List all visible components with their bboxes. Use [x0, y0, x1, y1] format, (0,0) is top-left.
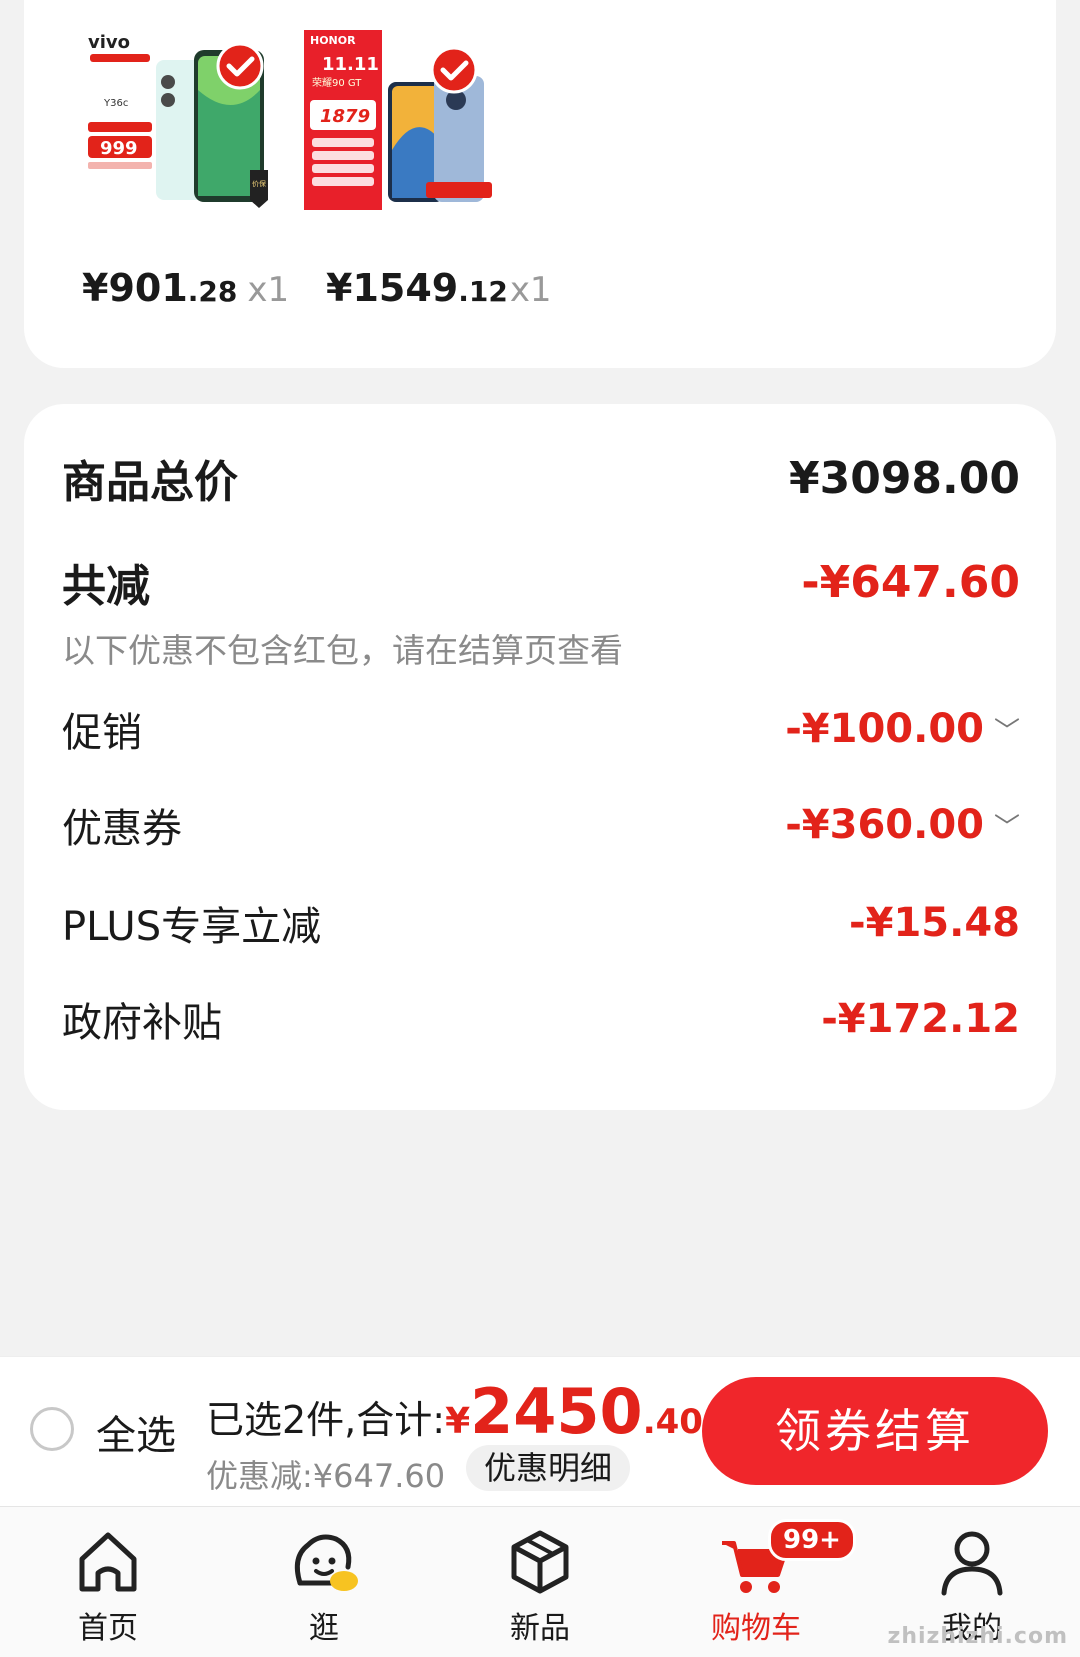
total-currency: ¥ — [445, 1401, 471, 1442]
product-price-honor: ¥1549.12x1 — [326, 266, 552, 310]
quantity: x1 — [247, 270, 290, 310]
profile-icon — [941, 1531, 1003, 1596]
discount-label: PLUS专享立减 — [62, 904, 322, 950]
discount-value: -¥100.00 — [785, 706, 984, 752]
tab-label: 逛 — [309, 1611, 339, 1646]
total-price-row: 商品总价 ¥3098.00 — [62, 446, 1020, 510]
checkout-bar: 全选 已选2件,合计:¥2450.40 优惠减:¥647.60 优惠明细 领券结… — [0, 1356, 1080, 1507]
product-item-vivo[interactable]: vivo Y36c 999 价保 ¥901.28 x1 — [82, 30, 289, 310]
honor-phone-image: HONOR 11.11 荣耀90 GT 1879 — [304, 30, 494, 220]
products-card: vivo Y36c 999 价保 ¥901.28 x1 HONOR 11.11 … — [24, 0, 1056, 368]
product-price-vivo: ¥901.28 x1 — [82, 266, 289, 310]
total-price-value: ¥3098.00 — [788, 452, 1020, 504]
watermark: zhizhizhi.com — [887, 1624, 1068, 1649]
total-decimal: .40 — [642, 1402, 703, 1442]
discount-row-promotion[interactable]: 促销 -¥100.00 ﹀ — [62, 700, 1020, 758]
discount-value: -¥15.48 — [849, 900, 1020, 946]
svg-text:荣耀90 GT: 荣耀90 GT — [312, 77, 362, 89]
total-reduction-row: 共减 -¥647.60 — [62, 550, 1020, 614]
discount-row-coupon[interactable]: 优惠券 -¥360.00 ﹀ — [62, 796, 1020, 854]
chevron-down-icon[interactable]: ﹀ — [994, 807, 1020, 844]
selected-count-text: 已选2件,合计: — [206, 1398, 446, 1442]
discount-label: 优惠券 — [62, 806, 182, 852]
tab-home[interactable]: 首页 — [28, 1527, 188, 1647]
discount-label: 促销 — [62, 710, 142, 756]
svg-text:价保: 价保 — [252, 179, 266, 188]
bottom-tab-bar: 首页 逛 新品 购物车 99+ 我的 zhizhizhi.com — [0, 1506, 1080, 1657]
discount-row-plus: PLUS专享立减 -¥15.48 — [62, 894, 1020, 952]
svg-text:1879: 1879 — [320, 106, 370, 127]
total-price-label: 商品总价 — [62, 457, 238, 508]
discount-row-subsidy: 政府补贴 -¥172.12 — [62, 990, 1020, 1048]
select-all-checkbox[interactable] — [30, 1407, 74, 1451]
tab-label: 新品 — [510, 1611, 570, 1646]
product-image-vivo[interactable]: vivo Y36c 999 价保 — [82, 30, 272, 220]
svg-text:Y36c: Y36c — [103, 98, 128, 109]
svg-text:vivo: vivo — [88, 32, 130, 53]
tab-new-products[interactable]: 新品 — [460, 1527, 620, 1647]
price-integer: ¥1549 — [326, 266, 459, 310]
discount-label: 政府补贴 — [62, 1000, 222, 1046]
select-all-label[interactable]: 全选 — [96, 1403, 176, 1461]
discount-value: -¥172.12 — [821, 996, 1020, 1042]
price-integer: ¥901 — [82, 266, 188, 310]
new-products-icon — [511, 1530, 569, 1594]
product-image-honor[interactable]: HONOR 11.11 荣耀90 GT 1879 — [304, 30, 494, 220]
total-reduction-value: -¥647.60 — [801, 556, 1020, 608]
price-decimal: .28 — [187, 275, 238, 308]
tab-label: 首页 — [78, 1611, 138, 1646]
price-decimal: .12 — [458, 275, 508, 308]
price-summary-card: 商品总价 ¥3098.00 共减 -¥647.60 以下优惠不包含红包，请在结算… — [24, 404, 1056, 1110]
browse-icon — [294, 1534, 358, 1591]
product-item-honor[interactable]: HONOR 11.11 荣耀90 GT 1879 ¥1549.12x1 — [304, 30, 552, 310]
vivo-phone-image: vivo Y36c 999 价保 — [82, 30, 272, 220]
tab-browse[interactable]: 逛 — [244, 1527, 404, 1647]
svg-text:HONOR: HONOR — [310, 34, 356, 47]
tab-cart[interactable]: 购物车 99+ — [676, 1519, 856, 1647]
checkout-total: 已选2件,合计:¥2450.40 — [206, 1375, 703, 1448]
svg-text:11.11: 11.11 — [322, 54, 379, 75]
reduction-note: 以下优惠不包含红包，请在结算页查看 — [62, 631, 623, 670]
cart-count-badge: 99+ — [768, 1519, 856, 1561]
home-icon — [79, 1532, 137, 1592]
discount-value: -¥360.00 — [785, 802, 984, 848]
checkout-button[interactable]: 领券结算 — [702, 1377, 1048, 1485]
chevron-down-icon[interactable]: ﹀ — [994, 711, 1020, 748]
total-integer: 2450 — [470, 1375, 643, 1448]
quantity: x1 — [509, 270, 552, 310]
svg-text:999: 999 — [100, 138, 138, 159]
total-reduction-label: 共减 — [62, 561, 150, 612]
tab-label: 购物车 — [711, 1611, 801, 1646]
discount-summary-text: 优惠减:¥647.60 — [206, 1457, 446, 1495]
discount-detail-button[interactable]: 优惠明细 — [466, 1445, 631, 1491]
